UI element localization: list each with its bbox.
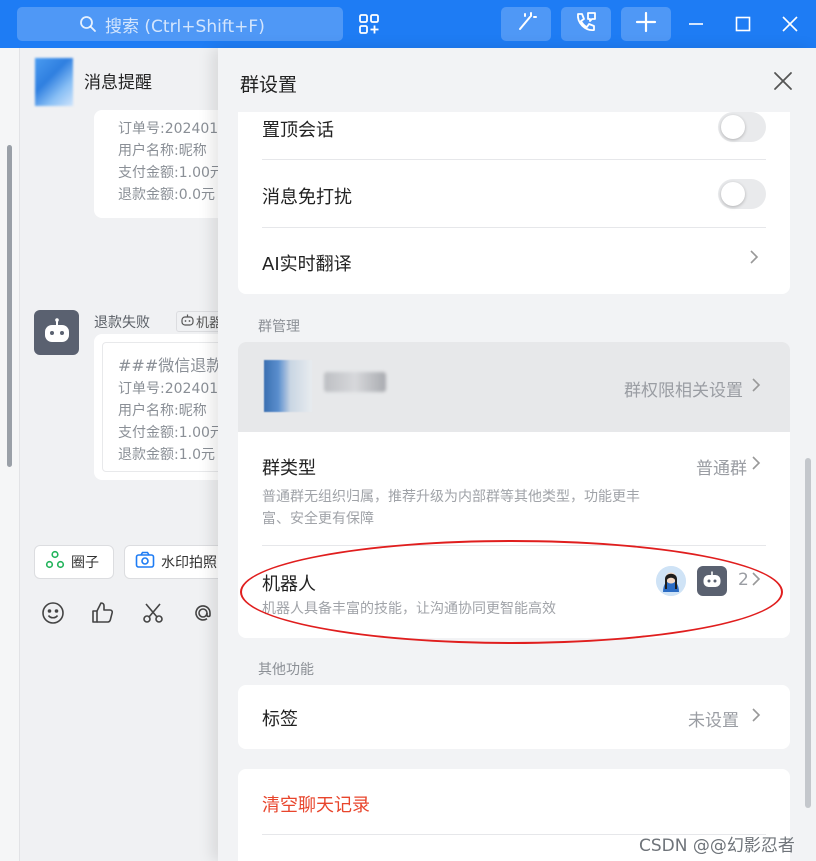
chevron-right-icon[interactable] (750, 706, 762, 729)
chat-settings-card: 置顶会话 消息免打扰 AI实时翻译 (238, 112, 790, 294)
annotation-ellipse (240, 540, 783, 644)
message-line: 用户名称:昵称 (118, 403, 207, 419)
group-type-label[interactable]: 群类型 (262, 454, 316, 480)
tag-value[interactable]: 未设置 (688, 706, 739, 731)
chevron-right-icon[interactable] (750, 376, 762, 399)
apps-grid-icon[interactable] (358, 13, 380, 39)
group-avatar (264, 360, 312, 412)
search-box[interactable]: 搜索 (Ctrl+Shift+F) (17, 7, 343, 41)
ai-translate-label[interactable]: AI实时翻译 (262, 250, 352, 276)
magic-wand-icon (515, 11, 537, 37)
panel-header: 群设置 (218, 48, 816, 112)
scissors-icon[interactable] (140, 600, 166, 626)
robot-icon (43, 317, 71, 348)
search-icon (79, 15, 97, 38)
chip-label: 圈子 (71, 555, 99, 571)
robot-tag-icon (181, 314, 194, 330)
magic-wand-button[interactable] (501, 7, 551, 41)
circle-icon (45, 550, 65, 574)
chat-title: 消息提醒 (84, 73, 152, 93)
sender-name: 退款失败 (94, 315, 150, 331)
pin-chat-toggle[interactable] (718, 112, 766, 142)
message-line: 退款金额:1.0元 (118, 447, 215, 463)
message-line: ###微信退款 (118, 356, 223, 375)
phone-call-icon (574, 11, 598, 37)
panel-scrollbar[interactable] (805, 458, 811, 808)
close-icon[interactable] (772, 70, 794, 92)
camera-icon (135, 551, 155, 573)
circle-chip[interactable]: 圈子 (34, 545, 114, 579)
pin-chat-label: 置顶会话 (262, 120, 334, 141)
add-button[interactable] (621, 7, 671, 41)
group-mgmt-section-label: 群管理 (258, 319, 300, 335)
close-icon[interactable] (779, 13, 801, 35)
title-bar: 搜索 (Ctrl+Shift+F) (0, 0, 816, 48)
rail-scrollbar[interactable] (7, 145, 12, 467)
group-type-value[interactable]: 普通群 (696, 454, 747, 479)
group-settings-panel: 群设置 置顶会话 消息免打扰 AI实时翻译 群管理 群权限相关设置 群类型 普通… (218, 48, 816, 861)
emoji-icon[interactable] (40, 600, 66, 626)
chat-avatar (35, 58, 73, 106)
message-line: 订单号:202401 (118, 121, 219, 137)
chevron-right-icon[interactable] (750, 454, 762, 477)
left-rail (0, 48, 20, 861)
other-section-label: 其他功能 (258, 662, 314, 678)
chevron-right-icon[interactable] (748, 248, 760, 271)
message-line: 用户名称:昵称 (118, 143, 207, 159)
divider (262, 159, 766, 160)
minimize-icon[interactable] (685, 13, 707, 35)
panel-title: 群设置 (240, 74, 298, 96)
other-card: 标签 未设置 (238, 685, 790, 749)
divider (262, 227, 766, 228)
message-card: 订单号:202401 用户名称:昵称 支付金额:1.00元 退款金额:0.0元 (94, 110, 234, 218)
permissions-link[interactable]: 群权限相关设置 (624, 376, 743, 401)
message-line: 订单号:202401 (118, 381, 219, 397)
search-placeholder: 搜索 (Ctrl+Shift+F) (105, 16, 265, 37)
group-name-blurred (324, 372, 386, 392)
message-line: 支付金额:1.00元 (118, 165, 224, 181)
message-card: ###微信退款 订单号:202401 用户名称:昵称 支付金额:1.00元 退款… (94, 334, 234, 480)
maximize-icon[interactable] (732, 13, 754, 35)
plus-icon (635, 11, 657, 37)
mute-toggle[interactable] (718, 179, 766, 209)
watermark-text: CSDN @@幻影忍者 (639, 836, 795, 856)
bot-avatar[interactable] (34, 310, 79, 355)
tag-label[interactable]: 标签 (262, 705, 298, 731)
mute-label: 消息免打扰 (262, 187, 352, 208)
group-info-row[interactable]: 群权限相关设置 (238, 342, 790, 432)
at-icon[interactable] (190, 600, 216, 626)
message-line: 支付金额:1.00元 (118, 425, 224, 441)
group-type-description: 普通群无组织归属，推荐升级为内部群等其他类型，功能更丰富、安全更有保障 (262, 489, 640, 527)
chip-label: 水印拍照 (161, 555, 217, 571)
thumbs-up-icon[interactable] (90, 600, 116, 626)
message-line: 退款金额:0.0元 (118, 187, 215, 203)
clear-chat-history-button[interactable]: 清空聊天记录 (262, 791, 370, 817)
phone-call-button[interactable] (561, 7, 611, 41)
